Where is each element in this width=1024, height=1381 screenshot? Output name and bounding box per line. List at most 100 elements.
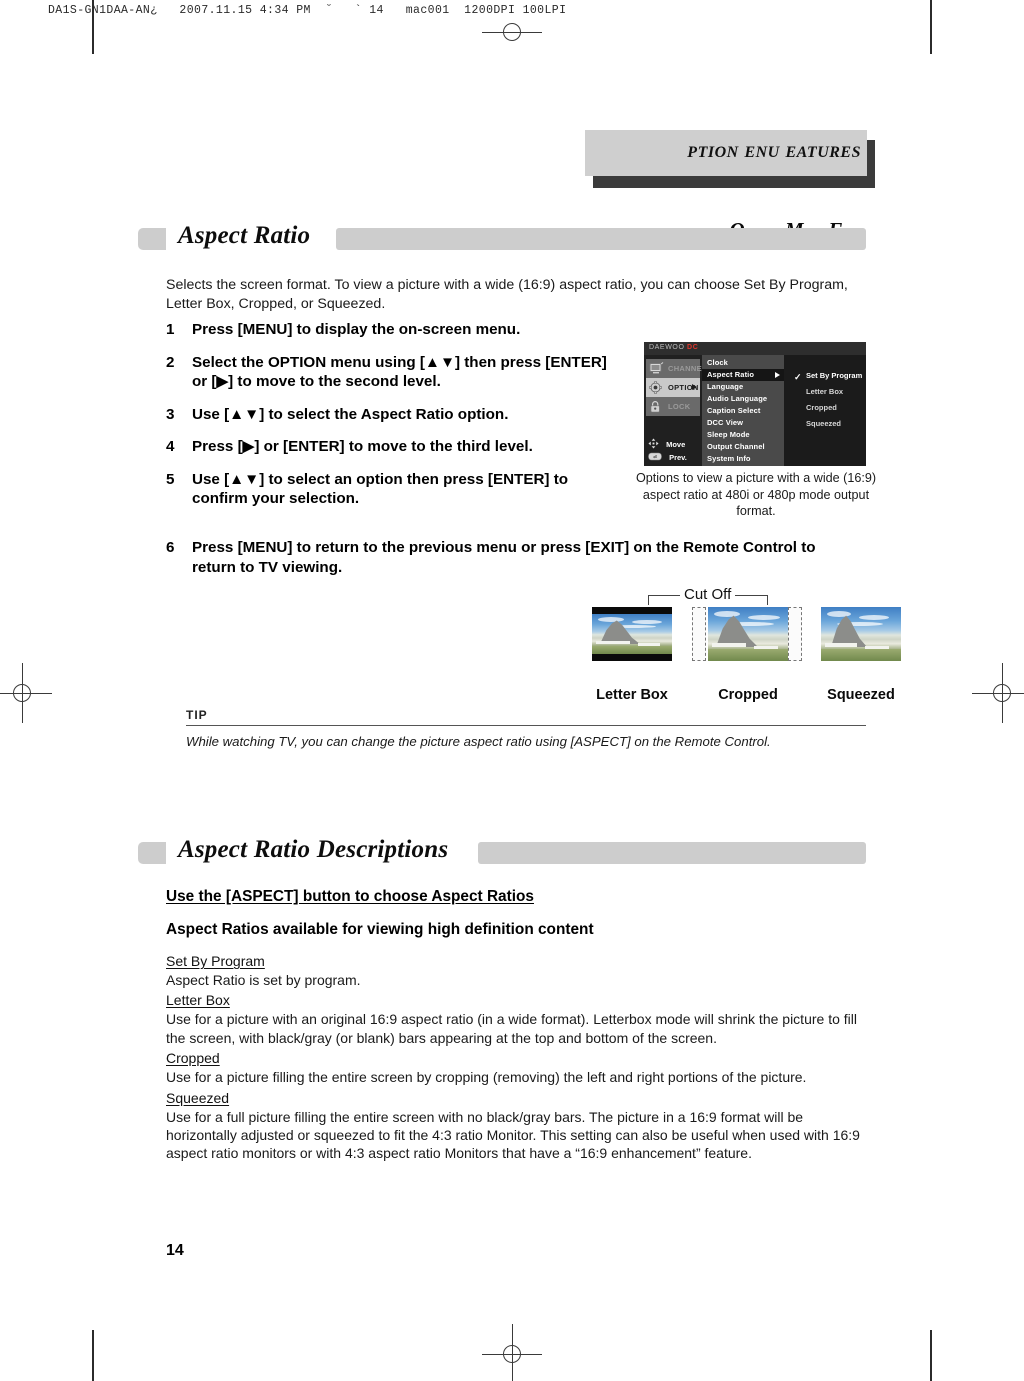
landscape-photo bbox=[592, 614, 672, 654]
osd-level2-item-language[interactable]: Language bbox=[702, 381, 784, 393]
tip-text: While watching TV, you can change the pi… bbox=[186, 734, 771, 749]
sample-letter-box: Letter Box bbox=[592, 607, 672, 703]
registration-mark-top bbox=[482, 18, 542, 46]
osd-level3-item-cropped[interactable]: Cropped bbox=[784, 401, 866, 414]
step-text: Select the OPTION menu using [▲▼] then p… bbox=[192, 353, 607, 391]
description-term: Letter Box bbox=[166, 992, 230, 1009]
tip-label: TIP bbox=[186, 708, 208, 722]
four-way-arrow-icon bbox=[648, 438, 659, 451]
tv-icon bbox=[649, 362, 664, 375]
section-chip bbox=[138, 228, 166, 250]
osd-level2-item-clock[interactable]: Clock bbox=[702, 357, 784, 369]
step-number: 2 bbox=[166, 353, 175, 371]
step-item: 3 Use [▲▼] to select the Aspect Ratio op… bbox=[166, 405, 616, 425]
sample-label: Letter Box bbox=[596, 687, 668, 703]
osd-level2-item-system-info[interactable]: System Info bbox=[702, 453, 784, 465]
osd-helper-prev: ⏎ Prev. bbox=[648, 452, 687, 463]
step-text: Press [MENU] to display the on-screen me… bbox=[192, 321, 521, 338]
description-body: Use for a picture with an original 16:9 … bbox=[166, 1011, 857, 1046]
registration-mark-right bbox=[972, 663, 1024, 723]
landscape-photo bbox=[708, 607, 788, 661]
osd-level2-item-caption-select[interactable]: Caption Select bbox=[702, 405, 784, 417]
description-body: Aspect Ratio is set by program. bbox=[166, 972, 361, 988]
crop-mark-bottom-right-v bbox=[930, 1330, 932, 1381]
osd-sidebar-label: LOCK bbox=[668, 402, 691, 411]
checkmark-icon: ✓ bbox=[794, 372, 802, 382]
description-term: Squeezed bbox=[166, 1089, 230, 1106]
description-entry: Letter Box Use for a picture with an ori… bbox=[166, 992, 866, 1047]
step-item: 2 Select the OPTION menu using [▲▼] then… bbox=[166, 353, 616, 392]
osd-level3-item-letter-box[interactable]: Letter Box bbox=[784, 385, 866, 398]
osd-level2-item-audio-language[interactable]: Audio Language bbox=[702, 393, 784, 405]
print-slug-line: DA1S-GN1DAA-AN¿ 2007.11.15 4:34 PM ˘ ` 1… bbox=[48, 4, 567, 17]
osd-sidebar-item-option[interactable]: OPTION bbox=[646, 378, 700, 397]
osd-caption: Options to view a picture with a wide (1… bbox=[635, 471, 877, 518]
step-item: 4 Press [▶] or [ENTER] to move to the th… bbox=[166, 437, 616, 457]
description-entry: Cropped Use for a picture filling the en… bbox=[166, 1050, 866, 1086]
osd-sidebar-label: CHANNEL bbox=[668, 364, 707, 373]
osd-level3-list: ✓ Set By Program Letter Box Cropped Squee… bbox=[784, 355, 866, 466]
step-number: 6 bbox=[166, 539, 175, 556]
osd-helper-label: Move bbox=[666, 440, 686, 449]
crop-mark-top-right-v bbox=[930, 0, 932, 54]
section-rail bbox=[336, 228, 866, 250]
sample-label: Squeezed bbox=[827, 687, 895, 703]
osd-level2-item-output-channel[interactable]: Output Channel bbox=[702, 441, 784, 453]
step-number: 1 bbox=[166, 321, 175, 338]
letterbox-bar-bottom bbox=[592, 654, 672, 661]
osd-helper-label: Prev. bbox=[669, 453, 687, 462]
step-text: Press [MENU] to return to the previous m… bbox=[192, 539, 816, 576]
crop-region-right bbox=[788, 607, 802, 661]
osd-level3-item-set-by-program[interactable]: ✓ Set By Program bbox=[784, 369, 866, 382]
sample-label: Cropped bbox=[718, 687, 778, 703]
sample-squeezed: Squeezed bbox=[821, 607, 901, 703]
daewoo-dc-mark: DC bbox=[687, 344, 699, 351]
step-item: 5 Use [▲▼] to select an option then pres… bbox=[166, 470, 616, 509]
osd-level2-item-dcc-view[interactable]: DCC View bbox=[702, 417, 784, 429]
section-chip bbox=[138, 842, 166, 864]
osd-sidebar-item-channel[interactable]: CHANNEL bbox=[646, 359, 706, 378]
tip-divider bbox=[186, 725, 866, 726]
step-number: 3 bbox=[166, 405, 175, 423]
descriptions-heading-plain: Aspect Ratios available for viewing high… bbox=[166, 921, 594, 938]
lock-icon bbox=[649, 400, 664, 413]
prev-button-icon: ⏎ bbox=[648, 452, 662, 463]
step-item: 6 Press [MENU] to return to the previous… bbox=[166, 538, 856, 577]
description-entries: Set By Program Aspect Ratio is set by pr… bbox=[166, 953, 866, 1166]
osd-sidebar-item-lock[interactable]: LOCK bbox=[646, 397, 700, 416]
section-header-aspect-ratio: Aspect Ratio bbox=[138, 222, 866, 252]
landscape-photo bbox=[821, 607, 901, 661]
sample-cropped: Cropped bbox=[708, 607, 788, 703]
step-text: Use [▲▼] to select an option then press … bbox=[192, 470, 569, 508]
crop-region-left bbox=[692, 607, 706, 661]
description-body: Use for a picture filling the entire scr… bbox=[166, 1069, 807, 1086]
step-number: 4 bbox=[166, 438, 175, 455]
tip-block: TIP While watching TV, you can change th… bbox=[186, 708, 866, 749]
chevron-right-icon bbox=[692, 384, 697, 390]
osd-sidebar: CHANNEL OPTION LOCK Move ⏎ Prev. bbox=[644, 355, 706, 466]
intro-paragraph: Selects the screen format. To view a pic… bbox=[166, 277, 848, 312]
step-text: Use [▲▼] to select the Aspect Ratio opti… bbox=[192, 405, 509, 423]
step-list: 1 Press [MENU] to display the on-screen … bbox=[166, 320, 616, 522]
osd-level2-item-aspect-ratio[interactable]: Aspect Ratio bbox=[702, 369, 784, 381]
step-list-wide: 6 Press [MENU] to return to the previous… bbox=[166, 538, 856, 590]
descriptions-heading-underlined: Use the [ASPECT] button to choose Aspect… bbox=[166, 888, 534, 905]
description-term: Cropped bbox=[166, 1050, 220, 1067]
osd-helper-move: Move bbox=[648, 438, 685, 451]
manual-page: DA1S-GN1DAA-AN¿ 2007.11.15 4:34 PM ˘ ` 1… bbox=[0, 0, 1024, 1381]
crop-mark-bottom-left-v bbox=[92, 1330, 94, 1381]
section-title: Aspect Ratio bbox=[178, 222, 311, 249]
running-head: OPTION MENU FEATURES bbox=[585, 130, 875, 242]
description-entry: Set By Program Aspect Ratio is set by pr… bbox=[166, 953, 866, 989]
description-entry: Squeezed Use for a full picture filling … bbox=[166, 1090, 866, 1163]
registration-mark-bottom bbox=[482, 1324, 542, 1381]
osd-level2-item-sleep-mode[interactable]: Sleep Mode bbox=[702, 429, 784, 441]
letterbox-bar-top bbox=[592, 607, 672, 614]
step-text: Press [▶] or [ENTER] to move to the thir… bbox=[192, 438, 533, 455]
step-number: 5 bbox=[166, 470, 175, 488]
crop-mark-top-left-v bbox=[92, 0, 94, 54]
aspect-sample-figures: Cut Off Letter Box Cropped Squeezed bbox=[592, 586, 901, 703]
step-item: 1 Press [MENU] to display the on-screen … bbox=[166, 320, 616, 340]
osd-level3-item-squeezed[interactable]: Squeezed bbox=[784, 417, 866, 430]
chevron-right-icon bbox=[775, 372, 780, 378]
